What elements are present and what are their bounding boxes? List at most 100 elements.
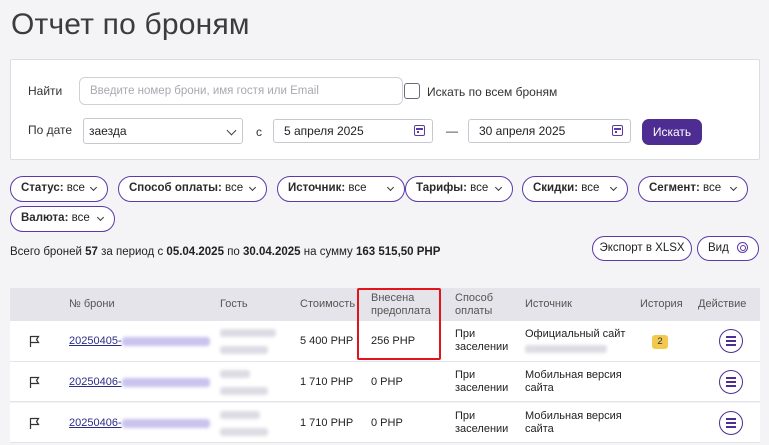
booking-number[interactable]: 20250406- <box>69 417 122 429</box>
booking-number-link[interactable]: 20250405- <box>69 335 210 348</box>
summary-from: 05.04.2025 <box>166 246 224 258</box>
booking-number[interactable]: 20250406- <box>69 376 122 388</box>
redacted-text <box>220 346 268 354</box>
search-all-checkbox[interactable] <box>404 83 420 99</box>
date-range-dash: — <box>446 124 458 138</box>
payment-method: При заселении <box>455 328 508 354</box>
flag-icon[interactable] <box>29 335 40 347</box>
chip-label: Скидки: <box>533 182 579 194</box>
chip-label: Статус: <box>21 182 64 194</box>
summary-period-text: за период с <box>101 246 164 258</box>
chip-value: все <box>470 182 489 194</box>
chevron-down-icon <box>248 183 257 192</box>
booking-number-link[interactable]: 20250406- <box>69 417 210 430</box>
summary-to-text: по <box>227 246 240 258</box>
redacted-text <box>220 428 268 436</box>
chip-label: Валюта: <box>21 212 69 224</box>
header-booking[interactable]: № брони <box>69 298 115 311</box>
chevron-down-icon <box>89 183 98 192</box>
chip-segment[interactable]: Сегмент: все <box>638 176 748 202</box>
history-badge[interactable]: 2 <box>652 335 668 349</box>
chevron-down-icon <box>609 183 618 192</box>
chip-source[interactable]: Источник: все <box>277 176 405 202</box>
table-row[interactable]: 20250406- 1 710 PHP 0 PHP При заселении … <box>10 362 760 402</box>
header-cost[interactable]: Стоимость <box>300 298 355 311</box>
payment-line2: заселении <box>455 423 509 435</box>
summary-to: 30.04.2025 <box>243 246 301 258</box>
header-source[interactable]: Источник <box>525 298 572 311</box>
cost-value: 1 710 PHP <box>300 376 354 388</box>
payment-line2: заселении <box>455 341 509 353</box>
highlight-box <box>357 288 441 360</box>
chip-currency[interactable]: Валюта: все <box>10 206 115 232</box>
redacted-text <box>121 418 210 428</box>
date-to-value: 30 апреля 2025 <box>479 124 566 138</box>
flag-icon[interactable] <box>29 376 40 388</box>
chip-status[interactable]: Статус: все <box>10 176 108 202</box>
menu-icon[interactable] <box>719 411 743 435</box>
cost-value: 5 400 PHP <box>300 335 354 347</box>
chip-value: все <box>225 182 244 194</box>
chip-tariffs[interactable]: Тарифы: все <box>405 176 513 202</box>
summary-sum: 163 515,50 PHP <box>356 246 441 258</box>
header-guest[interactable]: Гость <box>220 298 248 311</box>
guest-name <box>220 409 268 436</box>
redacted-text <box>220 411 260 420</box>
header-payment[interactable]: Способ оплаты <box>455 292 493 318</box>
menu-icon[interactable] <box>719 370 743 394</box>
calendar-icon[interactable] <box>414 125 425 136</box>
menu-icon[interactable] <box>719 329 743 353</box>
payment-line1: При <box>455 369 476 381</box>
table-row[interactable]: 20250406- 1 710 PHP 0 PHP При заселении … <box>10 403 760 443</box>
date-label: По дате <box>28 123 73 137</box>
header-payment-line1: Способ <box>455 292 494 304</box>
chip-value: все <box>348 182 367 194</box>
header-action: Действие <box>698 298 747 310</box>
redacted-text <box>220 387 268 395</box>
chevron-down-icon <box>386 183 395 192</box>
chip-label: Сегмент: <box>649 182 700 194</box>
calendar-icon[interactable] <box>612 125 623 136</box>
date-from-value: 5 апреля 2025 <box>284 124 364 138</box>
header-history: История <box>640 298 683 310</box>
redacted-text <box>121 336 210 346</box>
payment-method: При заселении <box>455 410 508 436</box>
booking-number[interactable]: 20250405- <box>69 335 122 347</box>
summary-sum-text: на сумму <box>303 246 353 258</box>
source-value: Мобильная версия сайта <box>525 410 622 436</box>
date-to-input[interactable]: 30 апреля 2025 <box>468 119 631 143</box>
booking-number-link[interactable]: 20250406- <box>69 376 210 389</box>
date-from-input[interactable]: 5 апреля 2025 <box>273 119 433 143</box>
search-input[interactable] <box>79 77 403 105</box>
guest-name <box>220 368 268 395</box>
summary-count: 57 <box>85 246 98 258</box>
chip-label: Тарифы: <box>416 182 467 194</box>
view-button[interactable]: Вид <box>697 236 759 261</box>
source-line1: Официальный сайт <box>525 328 626 340</box>
payment-method: При заселении <box>455 369 508 395</box>
date-type-select[interactable]: заезда <box>83 118 243 144</box>
chip-value: все <box>66 182 85 194</box>
gear-icon <box>737 242 748 253</box>
flag-icon[interactable] <box>29 417 40 429</box>
prepay-value: 0 PHP <box>371 417 403 429</box>
chip-payment-method[interactable]: Способ оплаты: все <box>118 176 267 202</box>
bookings-summary: Всего броней 57 за период с 05.04.2025 п… <box>10 246 440 258</box>
redacted-text <box>121 377 210 387</box>
export-xlsx-button[interactable]: Экспорт в XLSX <box>592 236 692 261</box>
chip-value: все <box>581 182 600 194</box>
source-line1: Мобильная версия <box>525 410 622 422</box>
view-label: Вид <box>708 242 729 254</box>
chip-discounts[interactable]: Скидки: все <box>522 176 628 202</box>
payment-line1: При <box>455 328 476 340</box>
date-from-label: с <box>256 125 262 139</box>
search-label: Найти <box>28 84 63 98</box>
payment-line2: заселении <box>455 382 509 394</box>
chevron-down-icon <box>729 183 738 192</box>
chevron-down-icon <box>96 213 105 222</box>
source-value: Официальный сайт <box>525 328 625 354</box>
chip-value: все <box>71 212 90 224</box>
search-button[interactable]: Искать <box>642 119 702 145</box>
redacted-text <box>525 344 607 353</box>
prepay-value: 0 PHP <box>371 376 403 388</box>
